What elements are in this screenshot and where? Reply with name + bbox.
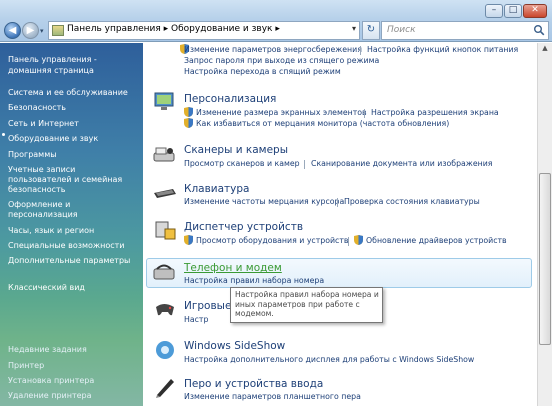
nav-item-system[interactable]: Система и ее обслуживание (8, 88, 128, 98)
nav-item-accounts-line1[interactable]: Учетные записи (8, 165, 75, 175)
link-separator (364, 109, 365, 118)
forward-button[interactable]: ▶ (22, 22, 39, 39)
phone-modem-link-dialing[interactable]: Настройка правил набора номера (184, 276, 324, 285)
nav-item-network[interactable]: Сеть и Интернет (8, 119, 79, 129)
nav-item-hardware-sound[interactable]: Оборудование и звук (8, 134, 98, 144)
nav-item-accounts-line3[interactable]: безопасность (8, 185, 65, 195)
classic-view-link[interactable]: Классический вид (8, 283, 85, 293)
back-arrow-icon: ◀ (8, 25, 17, 36)
main-content-pane: Изменение параметров энергосбережения На… (143, 43, 537, 406)
link-separator (337, 198, 338, 207)
game-devices-link[interactable]: Настр (184, 315, 208, 324)
shield-icon (184, 235, 193, 245)
personalization-title[interactable]: Персонализация (184, 93, 276, 105)
personalization-link-resolution[interactable]: Настройка разрешения экрана (371, 108, 499, 117)
minimize-button[interactable]: – (485, 4, 503, 18)
tooltip: Настройка правил набора номера и иных па… (230, 287, 383, 323)
phone-modem-title[interactable]: Телефон и модем (184, 262, 282, 274)
search-input[interactable]: Поиск (381, 21, 549, 40)
recent-tasks-title: Недавние задания (8, 345, 87, 354)
home-link-line2[interactable]: домашняя страница (8, 66, 94, 76)
phone-modem-icon (153, 264, 175, 280)
nav-item-appearance-line1[interactable]: Оформление и (8, 200, 70, 210)
vertical-scrollbar[interactable]: ▲ (537, 43, 552, 406)
keyboard-title[interactable]: Клавиатура (184, 183, 249, 195)
refresh-button[interactable]: ↻ (362, 21, 380, 40)
tooltip-line3: модемом. (235, 309, 274, 318)
recent-task-printer[interactable]: Принтер (8, 361, 44, 371)
back-button[interactable]: ◀ (4, 22, 21, 39)
keyboard-link-check[interactable]: Проверка состояния клавиатуры (344, 197, 480, 206)
scanners-title[interactable]: Сканеры и камеры (184, 144, 288, 156)
shield-icon (184, 107, 193, 117)
tooltip-line2: иных параметров при работе с (235, 299, 360, 309)
recent-task-add-printer[interactable]: Установка принтера (8, 376, 94, 386)
maximize-button[interactable]: □ (504, 4, 522, 18)
scanner-camera-icon (153, 147, 175, 162)
address-path[interactable]: Панель управления ▸ Оборудование и звук … (67, 24, 280, 34)
game-devices-title[interactable]: Игровые (184, 300, 231, 312)
personalization-icon (154, 92, 174, 110)
device-manager-link-drivers[interactable]: Обновление драйверов устройств (366, 236, 507, 245)
device-manager-link-view[interactable]: Просмотр оборудования и устройств (196, 236, 348, 245)
pen-input-link-settings[interactable]: Изменение параметров планшетного пера (184, 392, 361, 401)
scroll-up-arrow-icon[interactable]: ▲ (539, 44, 551, 58)
power-link-buttons[interactable]: Настройка функций кнопок питания (367, 45, 518, 54)
address-bar[interactable]: Панель управления ▸ Оборудование и звук … (48, 21, 360, 40)
link-separator (348, 237, 349, 246)
keyboard-link-cursor[interactable]: Изменение частоты мерцания курсора (184, 197, 344, 206)
shield-icon (354, 235, 363, 245)
sideshow-icon (156, 341, 174, 359)
keyboard-icon (154, 189, 176, 198)
forward-arrow-icon: ▶ (26, 25, 35, 36)
nav-item-additional[interactable]: Дополнительные параметры (8, 256, 130, 266)
power-link-password[interactable]: Запрос пароля при выходе из спящего режи… (184, 56, 379, 65)
nav-item-accessibility[interactable]: Специальные возможности (8, 241, 125, 251)
nav-item-appearance-line2[interactable]: персонализация (8, 210, 78, 220)
close-button[interactable]: ✕ (523, 4, 547, 18)
scanners-link-view[interactable]: Просмотр сканеров и камер (184, 159, 300, 168)
refresh-icon: ↻ (366, 24, 376, 35)
left-navigation-pane: Панель управления - домашняя страница Си… (0, 43, 143, 406)
pen-input-icon (156, 379, 174, 398)
device-manager-title[interactable]: Диспетчер устройств (184, 221, 303, 233)
history-dropdown-icon[interactable]: ▾ (40, 27, 44, 35)
power-link-sleep[interactable]: Настройка перехода в спящий режим (184, 67, 341, 76)
link-separator (304, 160, 305, 169)
nav-item-security[interactable]: Безопасность (8, 103, 66, 113)
control-panel-window: – □ ✕ ◀ ▶ ▾ Панель управления ▸ Оборудов… (0, 0, 552, 406)
search-placeholder: Поиск (387, 25, 416, 35)
shield-icon (184, 118, 193, 128)
recent-task-remove-printer[interactable]: Удаление принтера (8, 391, 92, 401)
home-link-line1[interactable]: Панель управления - (8, 55, 97, 65)
nav-item-programs[interactable]: Программы (8, 150, 57, 160)
tooltip-line1: Настройка правил набора номера и (235, 290, 379, 299)
personalization-link-flicker[interactable]: Как избавиться от мерцания монитора (час… (196, 119, 449, 128)
title-address-bar: – □ ✕ ◀ ▶ ▾ Панель управления ▸ Оборудов… (0, 0, 552, 42)
nav-item-accounts-line2[interactable]: пользователей и семейная (8, 175, 122, 185)
link-separator (360, 46, 361, 55)
pen-input-title[interactable]: Перо и устройства ввода (184, 378, 323, 390)
address-dropdown-icon[interactable]: ▾ (352, 24, 356, 33)
search-icon[interactable] (533, 24, 545, 36)
nav-item-clock-language[interactable]: Часы, язык и регион (8, 226, 94, 236)
current-section-bullet (2, 133, 5, 136)
sideshow-link-display[interactable]: Настройка дополнительного дисплея для ра… (184, 355, 474, 364)
game-controller-icon (156, 304, 174, 316)
scanners-link-scan[interactable]: Сканирование документа или изображения (311, 159, 492, 168)
scrollbar-thumb[interactable] (539, 173, 551, 345)
sideshow-title[interactable]: Windows SideShow (184, 340, 285, 352)
device-manager-icon (155, 221, 176, 240)
power-link-energy[interactable]: Изменение параметров энергосбережения (184, 45, 362, 54)
personalization-link-size[interactable]: Изменение размера экранных элементов (196, 108, 367, 117)
control-panel-icon (52, 25, 64, 36)
